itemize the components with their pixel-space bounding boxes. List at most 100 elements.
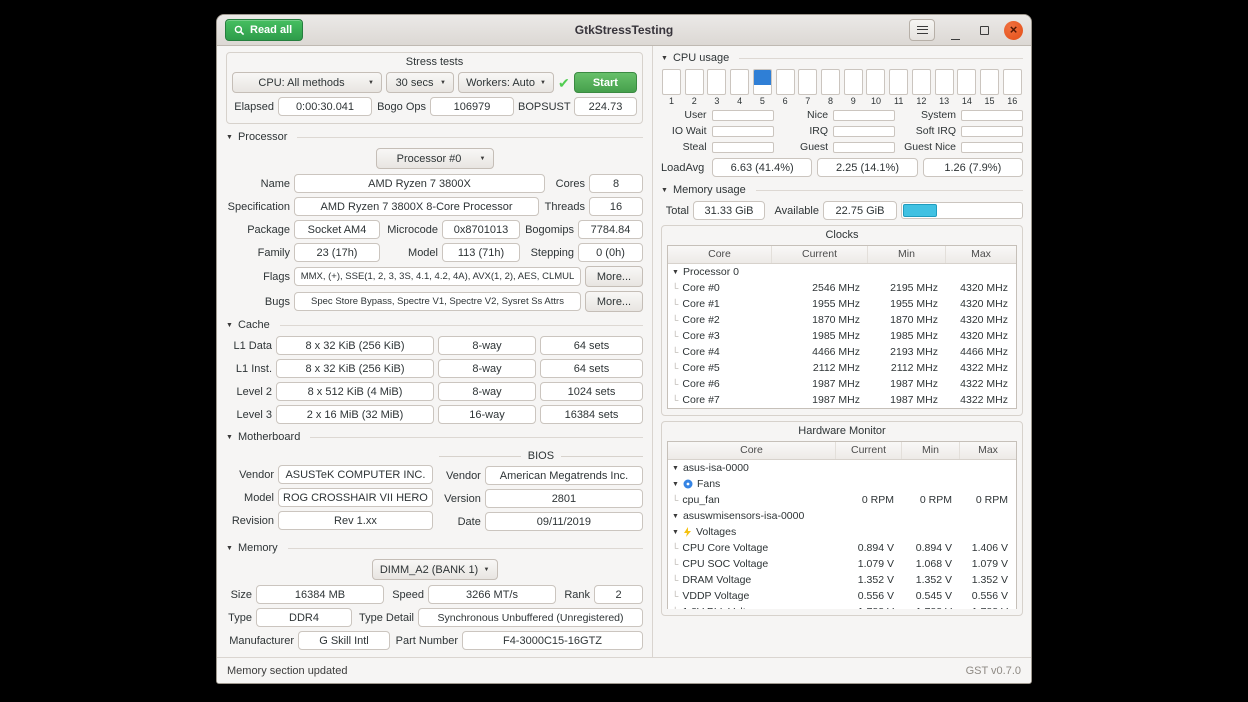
cache-size-value: 8 x 32 KiB (256 KiB) xyxy=(276,359,434,378)
package-label: Package xyxy=(226,224,290,236)
start-label: Start xyxy=(593,77,618,89)
clock-core-row[interactable]: └ Core #6 1987 MHz 1987 MHz 4322 MHz xyxy=(668,376,1016,392)
cpu-core-number: 12 xyxy=(916,96,926,106)
clock-max: 4466 MHz xyxy=(946,346,1016,358)
clocks-header-core[interactable]: Core xyxy=(668,246,772,263)
cache-sets-value: 64 sets xyxy=(540,336,643,355)
cpu-core-meter-trough xyxy=(685,69,704,95)
stress-duration-select[interactable]: 30 secs ▼ xyxy=(386,72,454,93)
stress-tests-panel: Stress tests CPU: All methods ▼ 30 secs … xyxy=(226,52,643,124)
hwmon-group-row[interactable]: ▼ asus-isa-0000 xyxy=(668,460,1016,476)
cache-level-label: L1 Data xyxy=(226,340,272,352)
hwmon-header-max[interactable]: Max xyxy=(960,442,1016,459)
hamburger-icon xyxy=(917,26,928,34)
clocks-group-row[interactable]: ▼ Processor 0 xyxy=(668,264,1016,280)
processor-select[interactable]: Processor #0 ▼ xyxy=(376,148,494,169)
voltage-max: 1.788 V xyxy=(960,606,1016,609)
close-button[interactable]: × xyxy=(1004,21,1023,40)
cache-sets-value: 64 sets xyxy=(540,359,643,378)
cpu-stat: Guest Nice xyxy=(904,141,1023,153)
clock-min: 2193 MHz xyxy=(868,346,946,358)
clock-core-row[interactable]: └ Core #4 4466 MHz 2193 MHz 4466 MHz xyxy=(668,344,1016,360)
minimize-button[interactable] xyxy=(946,21,964,40)
bios-vendor-label: Vendor xyxy=(439,470,481,482)
hwmon-header-min[interactable]: Min xyxy=(902,442,960,459)
cpu-core-meter-trough xyxy=(957,69,976,95)
motherboard-expander[interactable]: ▼ Motherboard xyxy=(226,431,643,443)
hwmon-fans-row[interactable]: ▼ Fans xyxy=(668,476,1016,492)
stress-method-select[interactable]: CPU: All methods ▼ xyxy=(232,72,382,93)
cpu-stat-label: Guest Nice xyxy=(904,141,956,153)
memory-section-title: Memory xyxy=(238,542,278,554)
hwmon-header-current[interactable]: Current xyxy=(836,442,902,459)
clock-core-row[interactable]: └ Core #1 1955 MHz 1955 MHz 4320 MHz xyxy=(668,296,1016,312)
cpu-core-meter: 7 xyxy=(798,69,817,106)
clock-min: 2195 MHz xyxy=(868,282,946,294)
expander-arrow-icon: ▼ xyxy=(661,187,668,194)
cpu-usage-expander[interactable]: ▼ CPU usage xyxy=(661,52,1023,64)
mem-available-value: 22.75 GiB xyxy=(823,201,897,220)
cpu-stat-bar xyxy=(961,126,1023,137)
loadavg-value: 2.25 (14.1%) xyxy=(817,158,917,177)
voltage-min: 1.068 V xyxy=(902,558,960,570)
clocks-table-header: Core Current Min Max xyxy=(668,246,1016,264)
read-all-button[interactable]: Read all xyxy=(225,19,303,41)
cache-expander[interactable]: ▼ Cache xyxy=(226,319,643,331)
hwmon-fan-row[interactable]: └ cpu_fan 0 RPM 0 RPM 0 RPM xyxy=(668,492,1016,508)
memory-usage-expander[interactable]: ▼ Memory usage xyxy=(661,184,1023,196)
hwmon-voltage-row[interactable]: └ DRAM Voltage 1.352 V 1.352 V 1.352 V xyxy=(668,572,1016,588)
cpu-stat: Guest xyxy=(783,141,896,153)
bugs-label: Bugs xyxy=(226,296,290,308)
hwmon-header-core[interactable]: Core xyxy=(668,442,836,459)
stress-workers-select[interactable]: Workers: Auto ▼ xyxy=(458,72,554,93)
cpu-core-meter-trough xyxy=(1003,69,1022,95)
clock-core-row[interactable]: └ Core #2 1870 MHz 1870 MHz 4320 MHz xyxy=(668,312,1016,328)
hwmon-voltage-row[interactable]: └ 1.8V PLL Voltage 1.788 V 1.788 V 1.788… xyxy=(668,604,1016,609)
start-button[interactable]: Start xyxy=(574,72,637,93)
cpu-core-number: 2 xyxy=(692,96,697,106)
cache-section-title: Cache xyxy=(238,319,270,331)
clock-core-row[interactable]: └ Core #3 1985 MHz 1985 MHz 4320 MHz xyxy=(668,328,1016,344)
bogo-ops-value: 106979 xyxy=(430,97,514,116)
hwmon-voltage-row[interactable]: └ CPU SOC Voltage 1.079 V 1.068 V 1.079 … xyxy=(668,556,1016,572)
specification-label: Specification xyxy=(226,201,290,213)
mem-manufacturer-label: Manufacturer xyxy=(226,635,294,647)
package-value: Socket AM4 xyxy=(294,220,380,239)
fan-current: 0 RPM xyxy=(836,494,902,506)
bugs-more-button[interactable]: More... xyxy=(585,291,643,312)
mem-speed-value: 3266 MT/s xyxy=(428,585,556,604)
titlebar[interactable]: Read all GtkStressTesting × xyxy=(217,15,1031,46)
hwmon-voltage-row[interactable]: └ VDDP Voltage 0.556 V 0.545 V 0.556 V xyxy=(668,588,1016,604)
mem-type-detail-label: Type Detail xyxy=(356,612,414,624)
cpu-core-number: 14 xyxy=(962,96,972,106)
tree-connector: └ xyxy=(672,495,678,505)
processor-expander[interactable]: ▼ Processor xyxy=(226,131,643,143)
hwmon-voltage-row[interactable]: └ CPU Core Voltage 0.894 V 0.894 V 1.406… xyxy=(668,540,1016,556)
tree-expander-icon: ▼ xyxy=(672,465,679,472)
clock-core-row[interactable]: └ Core #0 2546 MHz 2195 MHz 4320 MHz xyxy=(668,280,1016,296)
dimm-select[interactable]: DIMM_A2 (BANK 1) ▼ xyxy=(372,559,498,580)
memory-expander[interactable]: ▼ Memory xyxy=(226,542,643,554)
flags-more-button[interactable]: More... xyxy=(585,266,643,287)
clock-core-row[interactable]: └ Core #5 2112 MHz 2112 MHz 4322 MHz xyxy=(668,360,1016,376)
hwmon-voltages-row[interactable]: ▼ Voltages xyxy=(668,524,1016,540)
hwmon-scroll-area[interactable]: Core Current Min Max ▼ asus-isa-0000 xyxy=(667,441,1017,609)
bios-date-label: Date xyxy=(439,516,481,528)
clock-core-row[interactable]: └ Core #7 1987 MHz 1987 MHz 4322 MHz xyxy=(668,392,1016,408)
cpu-stat: Steal xyxy=(661,141,774,153)
cpu-core-meter: 8 xyxy=(821,69,840,106)
clocks-title: Clocks xyxy=(667,229,1017,241)
bogomips-label: Bogomips xyxy=(524,224,574,236)
chevron-down-icon: ▼ xyxy=(484,567,490,573)
menu-button[interactable] xyxy=(909,19,935,41)
cpu-core-meter: 2 xyxy=(685,69,704,106)
maximize-button[interactable] xyxy=(975,21,993,40)
clocks-header-current[interactable]: Current xyxy=(772,246,868,263)
cpu-core-meter-trough xyxy=(866,69,885,95)
hwmon-group2-row[interactable]: ▼ asuswmisensors-isa-0000 xyxy=(668,508,1016,524)
clocks-header-min[interactable]: Min xyxy=(868,246,946,263)
cpu-core-meter: 13 xyxy=(935,69,954,106)
stress-method-value: CPU: All methods xyxy=(240,77,363,89)
clocks-header-max[interactable]: Max xyxy=(946,246,1016,263)
cache-size-value: 2 x 16 MiB (32 MiB) xyxy=(276,405,434,424)
